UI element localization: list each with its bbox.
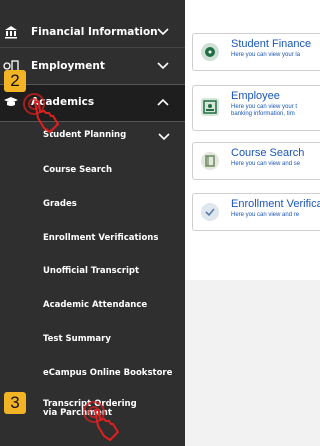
chevron-down-icon bbox=[157, 62, 169, 70]
card-desc: Here you can view and re bbox=[231, 212, 300, 218]
card-course-search[interactable]: Course Search Here you can view and se bbox=[192, 142, 320, 180]
step-badge-2: 2 bbox=[4, 70, 26, 92]
sub-item-label: eCampus Online Bookstore bbox=[43, 368, 173, 378]
main-footer-area bbox=[185, 280, 320, 446]
graduation-cap-icon bbox=[3, 94, 19, 110]
sub-item-label: Unofficial Transcript bbox=[43, 266, 140, 276]
book-icon bbox=[201, 152, 219, 170]
chevron-up-icon bbox=[157, 98, 169, 106]
bank-icon bbox=[3, 24, 19, 40]
nav-label: Financial Information bbox=[31, 26, 158, 38]
dollar-icon bbox=[201, 43, 219, 61]
card-student-finance[interactable]: Student Finance Here you can view your l… bbox=[192, 33, 320, 71]
nav-financial-information[interactable]: Financial Information bbox=[0, 22, 185, 42]
card-employee[interactable]: Employee Here you can view your t bankin… bbox=[192, 85, 320, 131]
sub-item-label: Grades bbox=[43, 199, 77, 209]
card-enrollment-verification[interactable]: Enrollment Verifica Here you can view an… bbox=[192, 193, 320, 231]
card-title: Student Finance bbox=[231, 38, 312, 50]
sidebar: Financial Information Employment Academi… bbox=[0, 0, 185, 446]
chevron-down-icon bbox=[158, 133, 170, 141]
card-title: Enrollment Verifica bbox=[231, 198, 320, 210]
card-desc: Here you can view your t banking informa… bbox=[231, 104, 298, 117]
card-title: Course Search bbox=[231, 147, 305, 159]
nav-label: Employment bbox=[31, 60, 105, 72]
card-desc: Here you can view your la bbox=[231, 52, 301, 58]
nav-employment[interactable]: Employment bbox=[0, 56, 185, 76]
sub-item-label: Course Search bbox=[43, 165, 113, 175]
sub-item-label: Enrollment Verifications bbox=[43, 233, 159, 243]
step-badge-3: 3 bbox=[4, 392, 26, 414]
hand-cursor-icon bbox=[23, 93, 59, 133]
sub-item-label: Test Summary bbox=[43, 334, 111, 344]
sub-item-label: Academic Attendance bbox=[43, 300, 148, 310]
chevron-down-icon bbox=[157, 28, 169, 36]
card-title: Employee bbox=[231, 90, 280, 102]
card-desc: Here you can view and se bbox=[231, 161, 301, 167]
checklist-icon bbox=[201, 203, 219, 221]
employee-icon bbox=[201, 98, 219, 116]
hand-cursor-icon bbox=[83, 401, 119, 441]
divider bbox=[0, 47, 185, 48]
